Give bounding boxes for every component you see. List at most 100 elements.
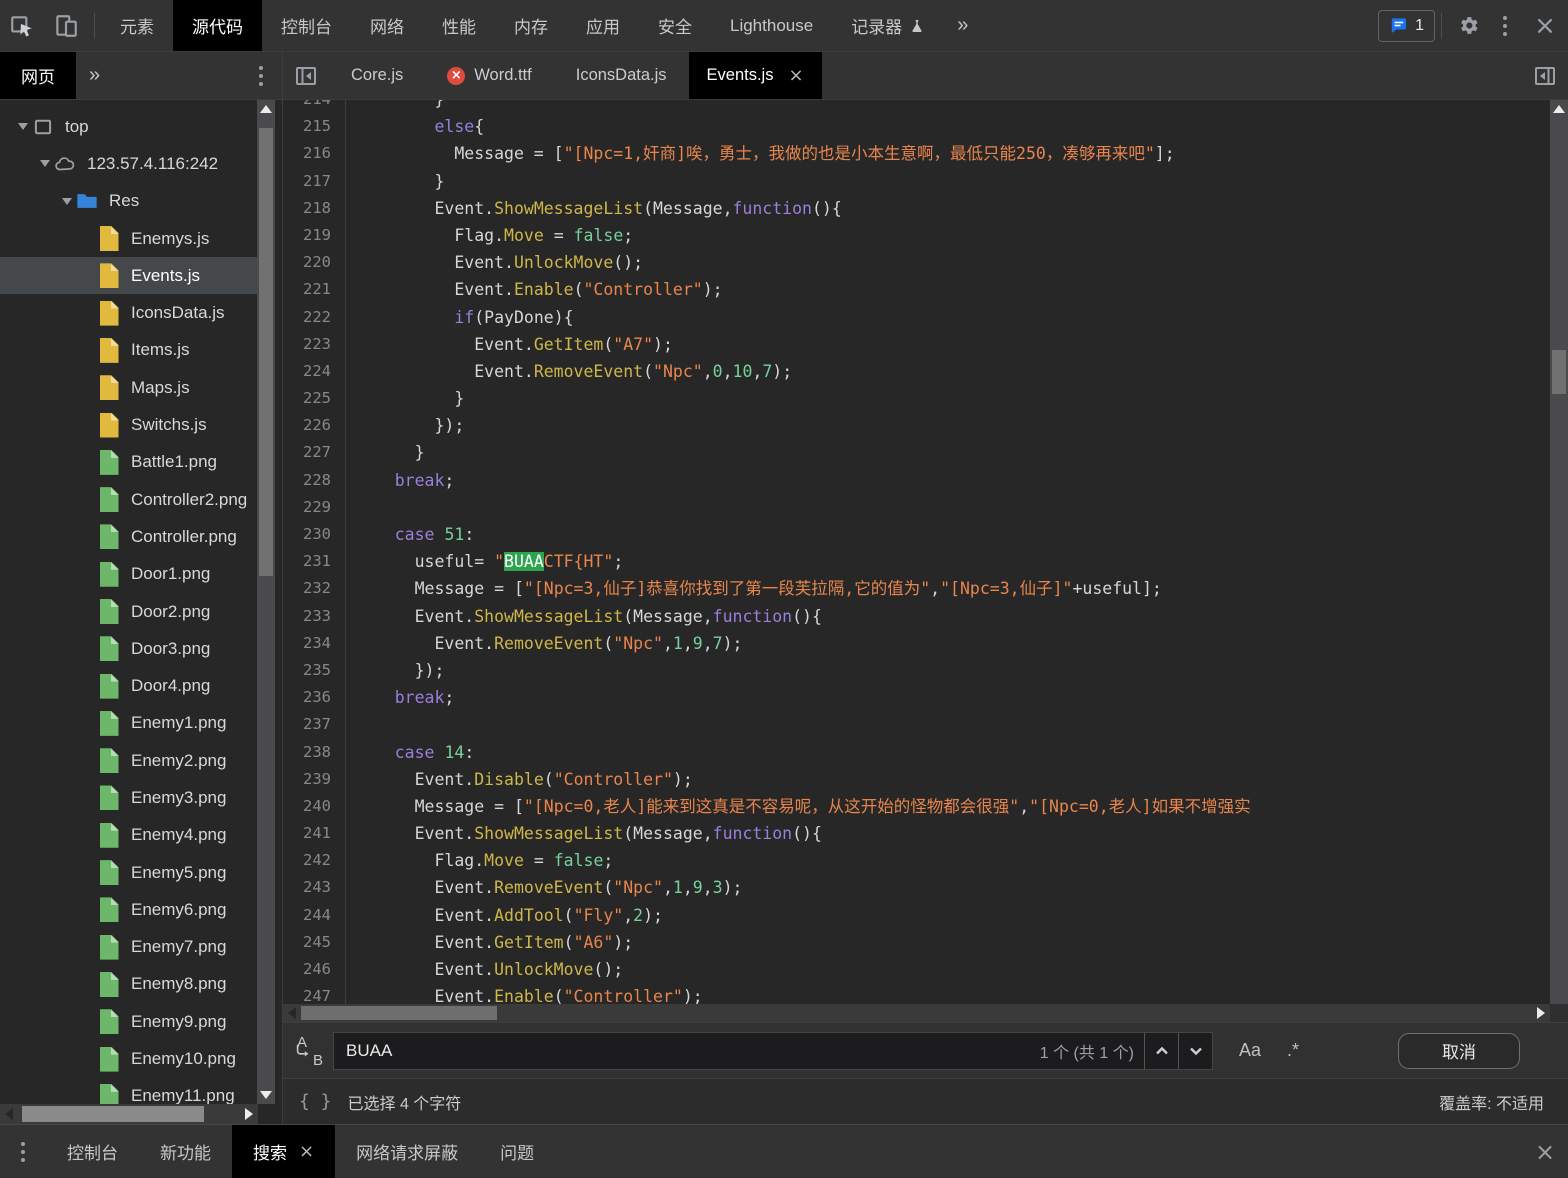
tab-application[interactable]: 应用 [567, 0, 639, 51]
format-braces-icon[interactable]: { } [299, 1091, 332, 1112]
more-panels-chevron[interactable]: » [944, 0, 981, 51]
code-text [345, 711, 355, 738]
next-match-icon[interactable] [1178, 1033, 1212, 1069]
file-tab-word-ttf[interactable]: ×Word.ttf [425, 52, 553, 99]
hide-navigator-icon[interactable] [283, 52, 329, 99]
tree-item-enemy2-png[interactable]: Enemy2.png [0, 742, 258, 779]
match-case-toggle[interactable]: Aa [1239, 1040, 1261, 1061]
tree-item-host[interactable]: 123.57.4.116:242 [0, 145, 258, 182]
line-number: 218 [283, 195, 345, 222]
tree-item-door1-png[interactable]: Door1.png [0, 556, 258, 593]
line-number: 237 [283, 711, 345, 738]
file-tab-events-js[interactable]: Events.js× [689, 52, 822, 99]
js-file-icon [98, 413, 120, 438]
tab-network[interactable]: 网络 [351, 0, 423, 51]
tree-item-enemy10-png[interactable]: Enemy10.png [0, 1040, 258, 1077]
tree-item-enemy7-png[interactable]: Enemy7.png [0, 929, 258, 966]
code-text: Event.ShowMessageList(Message,function()… [345, 195, 842, 222]
toggle-sidebar-icon[interactable] [1522, 52, 1568, 99]
code-text: Flag.Move = false; [345, 847, 613, 874]
close-drawer-tab-icon[interactable]: × [299, 1141, 314, 1162]
tab-performance[interactable]: 性能 [423, 0, 495, 51]
expander-arrow-icon[interactable] [14, 123, 32, 130]
tree-item-top[interactable]: top [0, 108, 258, 145]
tab-sources[interactable]: 源代码 [173, 0, 262, 51]
file-tab-core-js[interactable]: Core.js [329, 52, 425, 99]
sidebar-vertical-scrollbar[interactable] [257, 100, 275, 1104]
image-file-icon [98, 860, 120, 885]
expander-arrow-icon[interactable] [36, 160, 54, 167]
sidebar-kebab-icon[interactable] [244, 52, 278, 99]
close-tab-icon[interactable]: × [788, 65, 803, 86]
code-line: 214 } [283, 100, 1550, 113]
tree-item-enemy8-png[interactable]: Enemy8.png [0, 966, 258, 1003]
tab-lighthouse[interactable]: Lighthouse [711, 0, 832, 51]
tree-item-switchs-js[interactable]: Switchs.js [0, 406, 258, 443]
tree-item-enemy6-png[interactable]: Enemy6.png [0, 891, 258, 928]
code-editor[interactable]: 214 }215 else{216 Message = ["[Npc=1,奸商]… [283, 100, 1568, 1022]
sidebar-hscroll-thumb[interactable] [22, 1106, 204, 1122]
tab-console[interactable]: 控制台 [262, 0, 351, 51]
editor-scroll-up-icon[interactable] [1550, 100, 1568, 118]
tab-memory[interactable]: 内存 [495, 0, 567, 51]
cancel-button[interactable]: 取消 [1398, 1033, 1520, 1069]
tree-item-battle1-png[interactable]: Battle1.png [0, 444, 258, 481]
inspect-icon[interactable] [0, 0, 44, 51]
sidebar-vscroll-thumb[interactable] [259, 128, 273, 576]
editor-vertical-scrollbar[interactable] [1550, 100, 1568, 1004]
regex-toggle[interactable]: .* [1287, 1040, 1299, 1061]
tree-item-items-js[interactable]: Items.js [0, 332, 258, 369]
previous-match-icon[interactable] [1144, 1033, 1178, 1069]
drawer-tab-issues[interactable]: 问题 [479, 1125, 555, 1178]
tree-item-door3-png[interactable]: Door3.png [0, 630, 258, 667]
tree-item-controller-png[interactable]: Controller.png [0, 518, 258, 555]
close-devtools-icon[interactable]: × [1522, 0, 1568, 51]
tab-label: Lighthouse [730, 16, 813, 36]
editor-scroll-right-icon[interactable] [1532, 1004, 1550, 1022]
tree-item-maps-js[interactable]: Maps.js [0, 369, 258, 406]
tree-item-enemys-js[interactable]: Enemys.js [0, 220, 258, 257]
tab-page[interactable]: 网页 [0, 52, 76, 99]
gear-icon[interactable] [1448, 0, 1488, 51]
editor-vscroll-thumb[interactable] [1552, 350, 1566, 394]
line-number: 247 [283, 983, 345, 1004]
messages-badge[interactable]: 1 [1378, 10, 1435, 42]
tree-item-door2-png[interactable]: Door2.png [0, 593, 258, 630]
sidebar-horizontal-scrollbar[interactable] [0, 1104, 258, 1124]
tree-item-enemy9-png[interactable]: Enemy9.png [0, 1003, 258, 1040]
drawer-tab-network-blocking[interactable]: 网络请求屏蔽 [335, 1125, 479, 1178]
file-tab-iconsdata-js[interactable]: IconsData.js [554, 52, 689, 99]
scroll-down-arrow-icon[interactable] [257, 1086, 275, 1104]
scroll-left-arrow-icon[interactable] [0, 1105, 18, 1123]
sidebar-more-chevron[interactable]: » [76, 52, 113, 99]
tree-item-res-folder[interactable]: Res [0, 183, 258, 220]
drawer-kebab-icon[interactable] [0, 1125, 46, 1178]
close-drawer-icon[interactable]: × [1522, 1125, 1568, 1178]
tree-item-door4-png[interactable]: Door4.png [0, 667, 258, 704]
expander-arrow-icon[interactable] [58, 198, 76, 205]
tree-item-enemy4-png[interactable]: Enemy4.png [0, 817, 258, 854]
drawer-tab-search[interactable]: 搜索× [232, 1125, 335, 1178]
tab-elements[interactable]: 元素 [101, 0, 173, 51]
tree-item-enemy3-png[interactable]: Enemy3.png [0, 779, 258, 816]
code-viewport[interactable]: 214 }215 else{216 Message = ["[Npc=1,奸商]… [283, 100, 1550, 1004]
tree-item-iconsdata-js[interactable]: IconsData.js [0, 294, 258, 331]
more-options-kebab-icon[interactable] [1488, 0, 1522, 51]
device-toolbar-icon[interactable] [44, 0, 88, 51]
tree-item-events-js[interactable]: Events.js [0, 257, 258, 294]
tree-item-enemy5-png[interactable]: Enemy5.png [0, 854, 258, 891]
tree-item-controller2-png[interactable]: Controller2.png [0, 481, 258, 518]
scroll-right-arrow-icon[interactable] [240, 1105, 258, 1123]
editor-horizontal-scrollbar[interactable] [283, 1004, 1550, 1022]
drawer-tab-whats-new[interactable]: 新功能 [139, 1125, 232, 1178]
search-input[interactable] [334, 1041, 1040, 1061]
tab-recorder[interactable]: 记录器 [832, 0, 944, 51]
editor-hscroll-thumb[interactable] [301, 1006, 497, 1020]
drawer-tab-console[interactable]: 控制台 [46, 1125, 139, 1178]
find-replace-icon[interactable]: A B [293, 1035, 333, 1067]
tree-item-enemy11-png[interactable]: Enemy11.png [0, 1078, 258, 1104]
tab-security[interactable]: 安全 [639, 0, 711, 51]
scroll-up-arrow-icon[interactable] [257, 100, 275, 118]
tree-item-enemy1-png[interactable]: Enemy1.png [0, 705, 258, 742]
editor-scroll-left-icon[interactable] [283, 1004, 301, 1022]
